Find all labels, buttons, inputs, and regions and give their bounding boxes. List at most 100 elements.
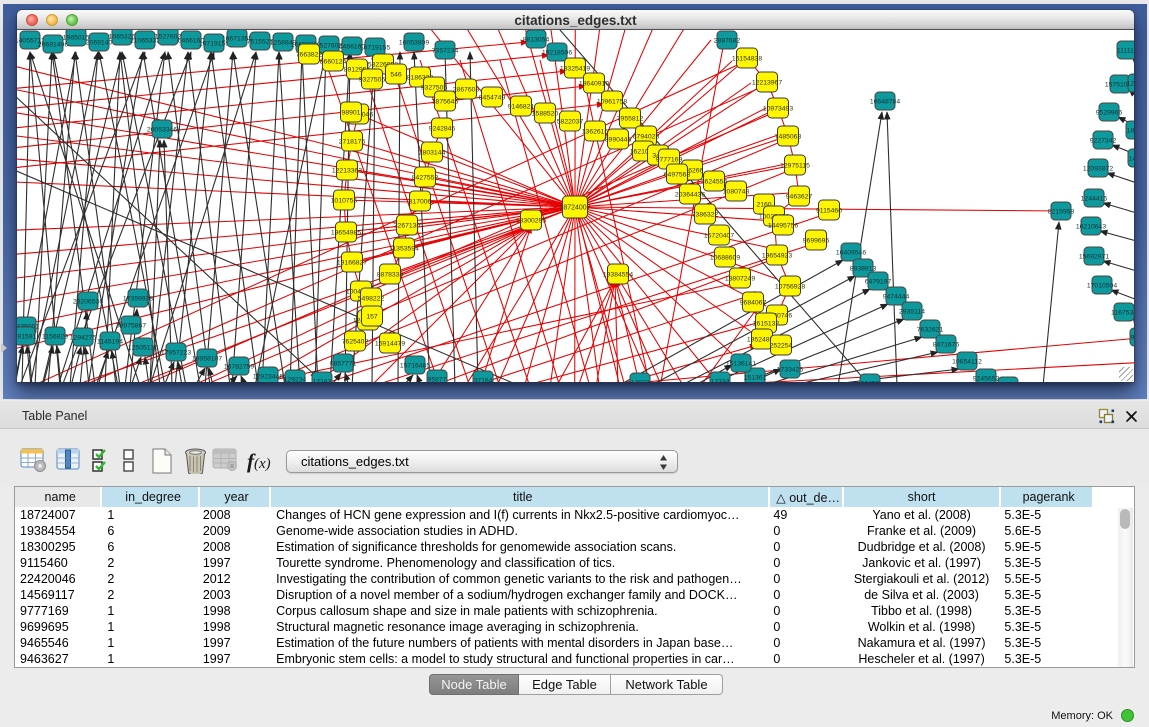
svg-text:16648784: 16648784 [870, 99, 900, 106]
svg-text:9777169: 9777169 [656, 157, 683, 164]
svg-text:1145194: 1145194 [97, 339, 123, 346]
svg-text:2887682: 2887682 [714, 38, 741, 45]
svg-text:95877: 95877 [428, 377, 447, 383]
svg-text:10688609: 10688609 [710, 255, 740, 262]
svg-text:18300295: 18300295 [516, 218, 546, 225]
svg-text:6479197: 6479197 [865, 279, 892, 286]
svg-text:8878334: 8878334 [377, 272, 404, 279]
svg-text:2718176: 2718176 [339, 139, 366, 146]
svg-text:37164: 37164 [474, 378, 493, 383]
svg-text:10654112: 10654112 [952, 359, 982, 366]
svg-text:9227342: 9227342 [1090, 138, 1117, 145]
svg-text:92456: 92456 [861, 381, 880, 383]
svg-text:14435: 14435 [1129, 156, 1134, 163]
svg-text:13325419: 13325419 [560, 66, 590, 73]
svg-text:10961758: 10961758 [597, 99, 627, 106]
svg-text:15720407: 15720407 [704, 233, 734, 240]
svg-text:92450: 92450 [1131, 335, 1134, 342]
svg-text:17334: 17334 [711, 379, 730, 383]
svg-text:20206536: 20206536 [73, 299, 103, 306]
svg-text:157: 157 [366, 314, 378, 321]
svg-text:9327505: 9327505 [359, 77, 386, 84]
svg-text:1615132: 1615132 [753, 321, 780, 328]
svg-text:16210643: 16210643 [1076, 224, 1106, 231]
svg-text:15716485: 15716485 [400, 363, 430, 370]
svg-text:9327505: 9327505 [421, 85, 448, 92]
svg-text:7485063: 7485063 [775, 134, 802, 141]
svg-text:9474444: 9474444 [883, 294, 910, 301]
svg-text:17163: 17163 [313, 379, 332, 383]
svg-text:18724007: 18724007 [559, 205, 590, 212]
svg-text:1294275: 1294275 [70, 335, 97, 342]
svg-text:10719155: 10719155 [360, 45, 390, 52]
svg-text:12213967: 12213967 [752, 80, 782, 87]
svg-text:9245652: 9245652 [973, 376, 1000, 383]
svg-text:98901: 98901 [342, 110, 361, 117]
svg-text:19218506: 19218506 [542, 50, 572, 57]
svg-text:252254: 252254 [770, 343, 793, 350]
svg-text:8938913: 8938913 [850, 266, 877, 273]
svg-text:127743: 127743 [1127, 81, 1134, 88]
svg-text:7386322: 7386322 [692, 212, 719, 219]
svg-text:12213363: 12213363 [332, 168, 362, 175]
svg-text:11353594: 11353594 [389, 246, 419, 253]
svg-text:12923: 12923 [631, 380, 650, 383]
svg-text:1733426: 1733426 [777, 367, 804, 374]
svg-text:5822037: 5822037 [557, 119, 584, 126]
svg-text:1167534: 1167534 [1111, 310, 1134, 317]
svg-text:19654923: 19654923 [762, 253, 792, 260]
svg-text:17010504: 17010504 [1087, 283, 1117, 290]
svg-text:3624554: 3624554 [701, 179, 728, 186]
svg-text:2867608: 2867608 [453, 87, 480, 94]
svg-text:9463627: 9463627 [786, 194, 813, 201]
svg-text:20364436: 20364436 [675, 192, 705, 199]
svg-text:9115460: 9115460 [816, 208, 842, 215]
svg-text:12975115: 12975115 [780, 163, 810, 170]
svg-text:7955812: 7955812 [617, 116, 644, 123]
svg-text:12505135: 12505135 [128, 345, 158, 352]
svg-text:12923446: 12923446 [253, 374, 283, 381]
svg-text:1080748: 1080748 [723, 189, 750, 196]
svg-text:1588520: 1588520 [532, 111, 559, 118]
svg-text:5498222: 5498222 [358, 296, 385, 303]
svg-text:546: 546 [390, 72, 402, 79]
svg-text:8454749: 8454749 [479, 95, 506, 102]
svg-text:9529966: 9529966 [1096, 110, 1123, 117]
svg-text:9684067: 9684067 [740, 300, 767, 307]
svg-text:20691406: 20691406 [38, 42, 68, 49]
svg-text:14495756: 14495756 [768, 223, 798, 230]
svg-text:17957223: 17957223 [161, 350, 191, 357]
svg-text:19654985: 19654985 [331, 230, 361, 237]
svg-text:7625402: 7625402 [342, 339, 369, 346]
svg-text:10973493: 10973493 [763, 106, 793, 113]
svg-text:317006: 317006 [409, 199, 432, 206]
svg-text:6497568: 6497568 [664, 172, 691, 179]
svg-text:16782759: 16782759 [224, 364, 254, 371]
svg-text:1156829: 1156829 [42, 334, 68, 341]
svg-text:8660124: 8660124 [320, 59, 347, 66]
svg-text:2069140: 2069140 [86, 40, 113, 47]
svg-text:2803144: 2803144 [419, 150, 446, 157]
svg-text:12093872: 12093872 [1083, 166, 1113, 173]
svg-text:3875645: 3875645 [432, 99, 459, 106]
svg-text:19384554: 19384554 [603, 272, 633, 279]
svg-text:2935114: 2935114 [899, 309, 925, 316]
svg-text:16154838: 16154838 [732, 56, 762, 63]
svg-text:10756928: 10756928 [775, 284, 805, 291]
svg-text:111111: 111111 [1117, 48, 1134, 55]
svg-text:15136141: 15136141 [726, 361, 756, 368]
svg-text:18640910: 18640910 [579, 81, 609, 88]
svg-text:18273: 18273 [1127, 128, 1134, 135]
svg-text:9699695: 9699695 [803, 238, 830, 245]
svg-text:20053346: 20053346 [147, 127, 177, 134]
svg-text:7357234: 7357234 [432, 48, 459, 55]
svg-text:6794028: 6794028 [633, 134, 660, 141]
svg-text:9857771: 9857771 [330, 361, 357, 368]
svg-text:7632621: 7632621 [917, 327, 944, 334]
svg-text:1244415: 1244415 [1081, 196, 1108, 203]
svg-text:151361: 151361 [744, 375, 767, 382]
svg-text:8471676: 8471676 [933, 342, 960, 349]
svg-text:8813054: 8813054 [523, 37, 550, 44]
svg-text:16409546: 16409546 [836, 250, 866, 257]
svg-text:391591: 391591 [17, 334, 37, 341]
